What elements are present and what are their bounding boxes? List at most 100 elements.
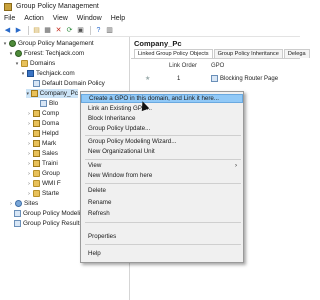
- menu-separator: [85, 244, 241, 245]
- tree-ou[interactable]: › Doma: [26, 119, 59, 128]
- app-icon: [4, 2, 12, 11]
- expand-icon[interactable]: ›: [8, 201, 14, 207]
- tab-linked-gpos[interactable]: Linked Group Policy Objects: [134, 49, 213, 58]
- ou-icon: [33, 150, 40, 157]
- menu-item-create-gpo[interactable]: Create a GPO in this domain, and Link it…: [81, 94, 243, 103]
- tree-ou[interactable]: › Traini: [26, 159, 58, 168]
- link-order-cell: 1: [177, 75, 181, 82]
- expand-icon[interactable]: ›: [26, 181, 32, 187]
- table-row[interactable]: ★ 1 Blocking Router Page: [131, 74, 300, 83]
- move-up-icon[interactable]: ★: [131, 75, 169, 82]
- menu-separator: [85, 222, 241, 223]
- window-title: Group Policy Management: [16, 3, 99, 10]
- expand-icon[interactable]: ›: [26, 151, 32, 157]
- menu-view[interactable]: View: [53, 15, 68, 22]
- tree-group-policy-objects[interactable]: › Group: [26, 169, 60, 178]
- forward-icon[interactable]: ▶: [14, 26, 23, 35]
- menu-item-refresh[interactable]: Refresh: [81, 209, 243, 218]
- menu-item-link-existing-gpo[interactable]: Link an Existing GPO...: [81, 104, 243, 113]
- tree-sites[interactable]: › Sites: [8, 199, 38, 208]
- menu-item-new-ou[interactable]: New Organizational Unit: [81, 147, 243, 156]
- submenu-arrow-icon: ›: [235, 162, 237, 169]
- expand-icon[interactable]: ›: [26, 131, 32, 137]
- tab-delegation[interactable]: Delega: [283, 49, 310, 58]
- column-link-order[interactable]: Link Order: [169, 63, 211, 72]
- column-gpo[interactable]: GPO: [211, 63, 271, 72]
- ou-icon: [33, 130, 40, 137]
- tree-domain[interactable]: ▾ Techjack.com: [20, 69, 75, 78]
- toolbar-separator: [28, 25, 29, 35]
- delete-icon[interactable]: ✕: [54, 26, 63, 35]
- folder-up-icon[interactable]: ▤: [32, 26, 41, 35]
- tree-child-blo[interactable]: Blo: [40, 99, 58, 108]
- tree-company[interactable]: ▾ Company_Pc: [26, 89, 78, 98]
- menu-separator: [85, 159, 241, 160]
- view-icon[interactable]: ▦: [43, 26, 52, 35]
- menu-item-properties[interactable]: Properties: [81, 232, 243, 241]
- export-icon[interactable]: ▣: [76, 26, 85, 35]
- tree-default-policy[interactable]: Default Domain Policy: [33, 79, 105, 88]
- menu-item-help[interactable]: Help: [81, 249, 243, 258]
- expand-icon[interactable]: ›: [26, 191, 32, 197]
- grid-header: Link Order GPO: [131, 63, 300, 72]
- menu-item-rename[interactable]: Rename: [81, 198, 243, 207]
- refresh-icon[interactable]: ⟳: [65, 26, 74, 35]
- results-icon: [14, 220, 21, 227]
- menu-item-modeling-wizard[interactable]: Group Policy Modeling Wizard...: [81, 137, 243, 146]
- expand-icon[interactable]: ›: [26, 141, 32, 147]
- back-icon[interactable]: ◀: [3, 26, 12, 35]
- tree-results[interactable]: Group Policy Results: [14, 219, 83, 228]
- properties-icon[interactable]: ▥: [105, 26, 114, 35]
- menu-separator: [85, 183, 241, 184]
- menu-item-block-inheritance[interactable]: Block Inheritance: [81, 114, 243, 123]
- expand-icon[interactable]: ›: [26, 121, 32, 127]
- details-header: Company_Pc: [134, 38, 182, 48]
- context-menu: Create a GPO in this domain, and Link it…: [80, 91, 244, 263]
- help-icon[interactable]: ?: [94, 26, 103, 35]
- sites-icon: [15, 200, 22, 207]
- menu-action[interactable]: Action: [24, 15, 43, 22]
- gpo-name-cell: Blocking Router Page: [220, 75, 279, 82]
- collapse-icon[interactable]: ▾: [14, 61, 20, 67]
- collapse-icon[interactable]: ▾: [26, 91, 30, 97]
- tree-forest[interactable]: ▾ Forest: Techjack.com: [8, 49, 84, 58]
- expand-icon[interactable]: ›: [26, 111, 32, 117]
- menu-separator: [85, 135, 241, 136]
- title-bar: Group Policy Management: [0, 0, 300, 13]
- menu-item-view[interactable]: View ›: [81, 161, 243, 170]
- collapse-icon[interactable]: ▾: [20, 71, 26, 77]
- folder-icon: [21, 60, 28, 67]
- forest-icon: [15, 50, 22, 57]
- tree-wmi-filters[interactable]: › WMI F: [26, 179, 61, 188]
- menu-file[interactable]: File: [4, 15, 15, 22]
- tree-starter-gpos[interactable]: › Starte: [26, 189, 59, 198]
- menu-item-group-policy-update[interactable]: Group Policy Update...: [81, 124, 243, 133]
- folder-icon: [33, 170, 40, 177]
- tab-inheritance[interactable]: Group Policy Inheritance: [213, 49, 283, 58]
- tree-root[interactable]: ▾ Group Policy Management: [2, 39, 94, 48]
- menu-bar: File Action View Window Help: [0, 13, 300, 24]
- menu-item-delete[interactable]: Delete: [81, 186, 243, 195]
- folder-icon: [33, 180, 40, 187]
- tree-ou[interactable]: › Mark: [26, 139, 56, 148]
- menu-window[interactable]: Window: [77, 15, 102, 22]
- expand-icon[interactable]: ›: [26, 161, 32, 167]
- collapse-icon[interactable]: ▾: [2, 41, 8, 47]
- folder-icon: [33, 190, 40, 197]
- ou-icon: [33, 140, 40, 147]
- menu-help[interactable]: Help: [111, 15, 125, 22]
- modeling-icon: [14, 210, 21, 217]
- tree-ou[interactable]: › Helpd: [26, 129, 59, 138]
- expand-icon[interactable]: ›: [26, 171, 32, 177]
- menu-item-new-window[interactable]: New Window from here: [81, 171, 243, 180]
- tree-modeling[interactable]: Group Policy Modeling: [14, 209, 87, 218]
- tree-ou[interactable]: › Comp: [26, 109, 59, 118]
- gpo-link-icon: [211, 75, 218, 82]
- tree-domains[interactable]: ▾ Domains: [14, 59, 55, 68]
- collapse-icon[interactable]: ▾: [8, 51, 14, 57]
- details-tabs: Linked Group Policy Objects Group Policy…: [131, 49, 310, 59]
- ou-icon: [30, 90, 38, 97]
- ou-icon: [33, 110, 40, 117]
- gpo-link-icon: [33, 80, 40, 87]
- tree-ou[interactable]: › Sales: [26, 149, 58, 158]
